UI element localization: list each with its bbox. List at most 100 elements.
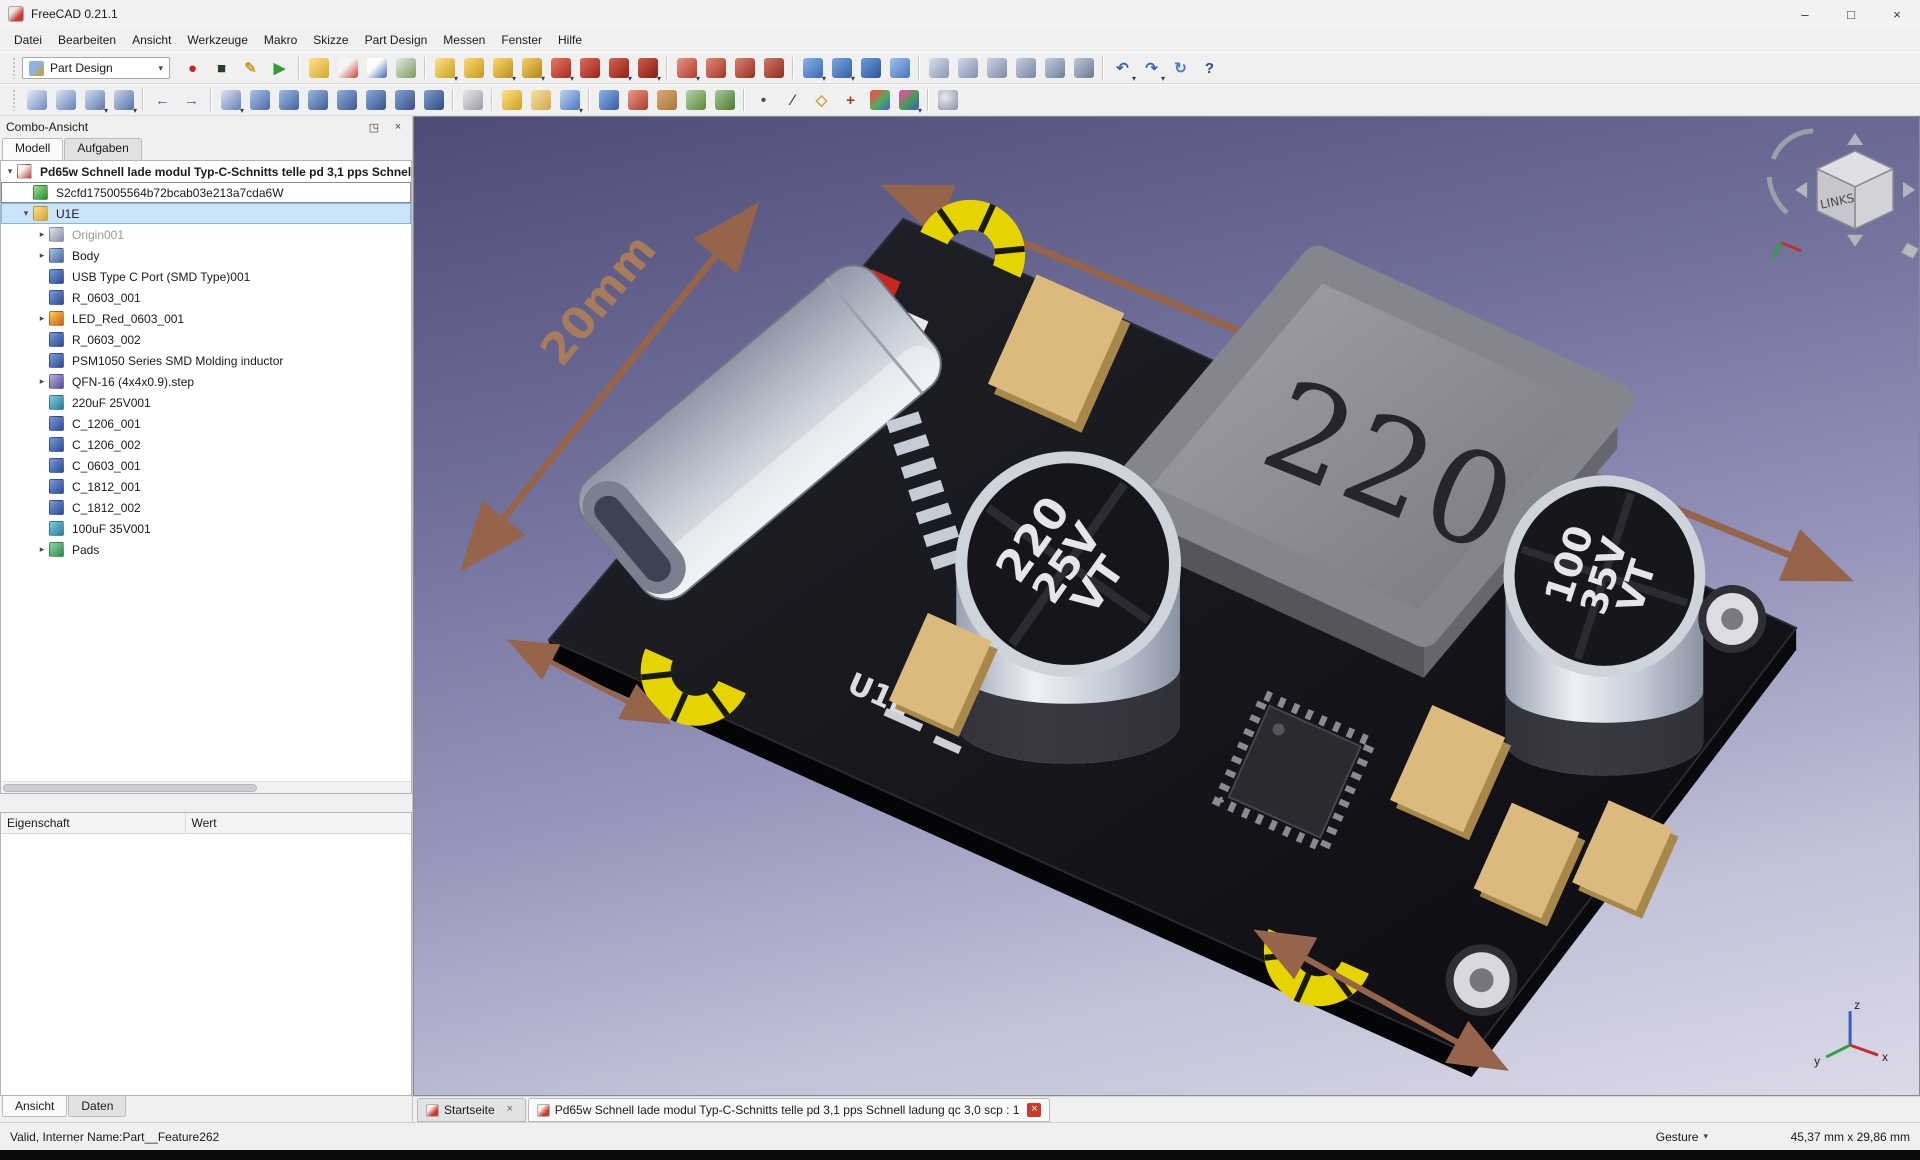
import-button[interactable]: ▾ (624, 87, 651, 114)
menu-item[interactable]: Ansicht (124, 30, 179, 50)
fit-all-button[interactable]: ▾ (23, 87, 50, 114)
tree-item[interactable]: 220uF 25V001 (1, 392, 411, 413)
menu-item[interactable]: Skizze (305, 30, 356, 50)
nav-back-button[interactable]: ← ▾ (149, 87, 176, 114)
datum-tools-button[interactable]: ▾ (895, 87, 922, 114)
minimize-button[interactable]: – (1782, 0, 1828, 28)
view-top-button[interactable]: ▾ (304, 87, 331, 114)
draw-style-button[interactable]: ▾ (81, 87, 108, 114)
nav-forward-button[interactable]: → ▾ (178, 87, 205, 114)
create-point-button[interactable]: • ▾ (750, 87, 777, 114)
sketch-tools-button[interactable]: ▾ (1070, 55, 1097, 82)
panel-splitter[interactable] (0, 794, 412, 812)
property-view-tab[interactable]: Ansicht (2, 1096, 67, 1117)
create-plane-button[interactable]: ◇ ▾ (808, 87, 835, 114)
sketch-check-button[interactable]: ▾ (925, 55, 952, 82)
tree-item[interactable]: USB Type C Port (SMD Type)001 (1, 266, 411, 287)
measure-button[interactable]: ▾ (459, 87, 486, 114)
zoom-button[interactable]: ▾ (217, 87, 244, 114)
pd-create-sketch-button[interactable]: ▾ (334, 55, 361, 82)
scrollbar-thumb[interactable] (3, 784, 257, 792)
pd-chamfer-button[interactable]: ▾ (702, 55, 729, 82)
sketch-merge-button[interactable]: ▾ (983, 55, 1010, 82)
tree-expander-icon[interactable]: ▸ (35, 250, 49, 261)
tree-item[interactable]: ▸ LED_Red_0603_001 (1, 308, 411, 329)
tree-item[interactable]: PSM1050 Series SMD Molding inductor (1, 350, 411, 371)
pd-map-sketch-button[interactable]: ▾ (392, 55, 419, 82)
menu-item[interactable]: Makro (256, 30, 305, 50)
local-coordinate-button[interactable]: ▾ (866, 87, 893, 114)
view-right-button[interactable]: ▾ (333, 87, 360, 114)
view-rear-button[interactable]: ▾ (362, 87, 389, 114)
tree-item[interactable]: ▸ Body (1, 245, 411, 266)
appearance-sphere-button[interactable]: ▾ (934, 87, 961, 114)
view-isometric-button[interactable]: ▾ (246, 87, 273, 114)
sketch-reorient-button[interactable]: ▾ (1041, 55, 1068, 82)
property-column-header[interactable]: Eigenschaft (1, 813, 186, 833)
combo-tab[interactable]: Aufgaben (64, 138, 141, 160)
pd-hole-button[interactable]: ▾ (576, 55, 603, 82)
navigation-cube[interactable]: LINKS (1769, 131, 1919, 259)
menu-item[interactable]: Bearbeiten (50, 30, 124, 50)
pd-additive-loft-button[interactable]: ▾ (489, 55, 516, 82)
sketch-mirror-button[interactable]: ▾ (1012, 55, 1039, 82)
combo-tab[interactable]: Modell (2, 138, 63, 160)
menu-item[interactable]: Part Design (357, 30, 436, 50)
tree-item[interactable]: 100uF 35V001 (1, 518, 411, 539)
macro-execute-button[interactable]: ▶ ▾ (266, 55, 293, 82)
menu-item[interactable]: Werkzeuge (179, 30, 255, 50)
menu-item[interactable]: Datei (6, 30, 50, 50)
tree-item[interactable]: C_1812_002 (1, 497, 411, 518)
whats-this-button[interactable]: ? ▾ (1196, 55, 1223, 82)
create-group-button[interactable]: ▾ (527, 87, 554, 114)
toolbar-grip[interactable] (10, 89, 18, 111)
part-cube-button[interactable]: ▾ (595, 87, 622, 114)
tree-item[interactable]: ▸ Pads (1, 539, 411, 560)
pd-edit-sketch-button[interactable]: ▾ (363, 55, 390, 82)
close-tab-icon[interactable]: × (1027, 1103, 1041, 1117)
view-bottom-button[interactable]: ▾ (391, 87, 418, 114)
tree-item[interactable]: ▸ QFN-16 (4x4x0.9).step (1, 371, 411, 392)
tree-expander-icon[interactable]: ▾ (3, 166, 17, 177)
export-button[interactable]: ▾ (653, 87, 680, 114)
close-panel-icon[interactable]: × (390, 121, 406, 134)
property-view-tab[interactable]: Daten (68, 1096, 126, 1117)
tree-expander-icon[interactable]: ▸ (35, 229, 49, 240)
sub-shape-binder-button[interactable]: ▾ (711, 87, 738, 114)
pd-revolution-button[interactable]: ▾ (460, 55, 487, 82)
create-line-button[interactable]: ∕ ▾ (779, 87, 806, 114)
menu-item[interactable]: Fenster (493, 30, 550, 50)
document-tab[interactable]: Startseite × (417, 1098, 526, 1122)
tree-horizontal-scrollbar[interactable] (1, 781, 411, 793)
maximize-button[interactable]: □ (1828, 0, 1874, 28)
value-column-header[interactable]: Wert (186, 813, 412, 833)
menu-item[interactable]: Messen (435, 30, 493, 50)
pd-polar-pattern-button[interactable]: ▾ (857, 55, 884, 82)
sketch-validate-button[interactable]: ▾ (954, 55, 981, 82)
select-view-button[interactable]: ▾ (110, 87, 137, 114)
close-tab-icon[interactable]: × (503, 1103, 517, 1117)
tree-item[interactable]: C_1812_001 (1, 476, 411, 497)
macro-debug-button[interactable]: ✎ ▾ (237, 55, 264, 82)
pd-boolean-button[interactable]: ▾ (886, 55, 913, 82)
tree-item[interactable]: ▾ Pd65w Schnell lade modul Typ-C-Schnitt… (1, 161, 411, 182)
pd-pocket-button[interactable]: ▾ (547, 55, 574, 82)
macro-record-button[interactable]: ● ▾ (179, 55, 206, 82)
tree-item[interactable]: S2cfd175005564b72bcab03e213a7cda6W (1, 182, 411, 203)
document-tab[interactable]: Pd65w Schnell lade modul Typ-C-Schnitts … (528, 1098, 1051, 1122)
tree-item[interactable]: ▾ U1E (1, 203, 411, 224)
make-link-button[interactable]: ▾ (556, 87, 583, 114)
menu-item[interactable]: Hilfe (550, 30, 590, 50)
tree-item[interactable]: R_0603_001 (1, 287, 411, 308)
float-panel-icon[interactable]: ◳ (366, 121, 382, 134)
tree-item[interactable]: ▸ Origin001 (1, 224, 411, 245)
tree-item[interactable]: C_1206_002 (1, 434, 411, 455)
tree-item[interactable]: R_0603_002 (1, 329, 411, 350)
tree-expander-icon[interactable]: ▸ (35, 313, 49, 324)
workbench-selector[interactable]: Part Design ▾ (22, 57, 170, 79)
view-front-button[interactable]: ▾ (275, 87, 302, 114)
toolbar-grip[interactable] (10, 57, 18, 79)
pd-draft-button[interactable]: ▾ (731, 55, 758, 82)
pd-mirrored-button[interactable]: ▾ (799, 55, 826, 82)
shape-binder-button[interactable]: ▾ (682, 87, 709, 114)
